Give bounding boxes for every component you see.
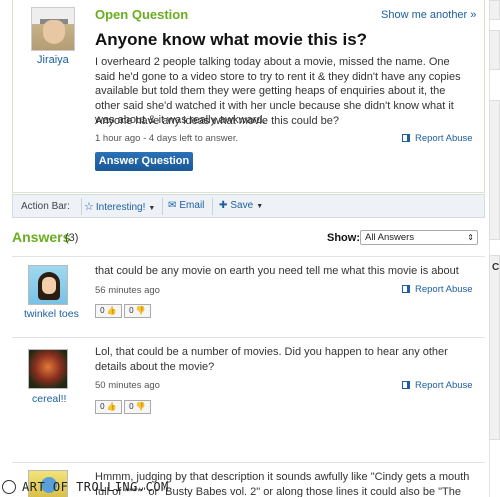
answer-meta: 50 minutes ago <box>95 380 160 391</box>
chevron-down-icon: ▼ <box>256 203 264 210</box>
report-abuse-link[interactable]: Report Abuse <box>402 133 473 144</box>
show-filter-label: Show: <box>327 232 360 244</box>
asker-name-link[interactable]: Jiraiya <box>37 54 69 66</box>
interesting-button[interactable]: ☆ Interesting! ▼ <box>84 200 155 213</box>
answerer-avatar[interactable] <box>28 349 68 389</box>
chevron-down-icon: ▼ <box>148 205 156 212</box>
divider <box>12 462 485 463</box>
action-bar: Action Bar: ☆ Interesting! ▼ ✉ Email ✚ Save ▼ <box>12 194 485 218</box>
show-another-link[interactable]: Show me another » <box>381 9 476 21</box>
thumbs-down-icon[interactable]: 0 👎 <box>124 400 151 414</box>
star-icon: ☆ <box>84 201 94 213</box>
report-abuse-link[interactable]: Report Abuse <box>402 380 473 391</box>
answers-count: (3) <box>65 232 79 244</box>
question-body-followup: Anyone have any ideas what movie this co… <box>95 115 339 127</box>
thumbs-up-icon[interactable]: 0 👍 <box>95 304 122 318</box>
sidebar-heading: C <box>492 262 500 273</box>
flag-icon <box>402 134 410 142</box>
divider <box>12 256 485 257</box>
report-abuse-link[interactable]: Report Abuse <box>402 284 473 295</box>
watermark: ART OF TROLLING.COM <box>0 477 220 497</box>
chevron-updown-icon: ⇕ <box>467 233 474 242</box>
flag-icon <box>402 285 410 293</box>
trollface-icon <box>2 480 16 494</box>
question-meta: 1 hour ago - 4 days left to answer. <box>95 133 239 144</box>
question-title: Anyone know what movie this is? <box>95 30 368 49</box>
thumbs-up-icon[interactable]: 0 👍 <box>95 400 122 414</box>
rating-buttons: 0 👍 0 👎 <box>95 400 151 414</box>
save-button[interactable]: ✚ Save ▼ <box>219 200 263 211</box>
answerer-name-link[interactable]: cereal!! <box>32 393 66 405</box>
answer-meta: 56 minutes ago <box>95 285 160 296</box>
flag-icon <box>402 381 410 389</box>
save-icon: ✚ <box>219 200 228 211</box>
answerer-name-link[interactable]: twinkel toes <box>24 308 79 320</box>
answerer-avatar[interactable] <box>28 265 68 305</box>
action-bar-label: Action Bar: <box>21 201 70 212</box>
answer-text: Lol, that could be a number of movies. D… <box>95 346 448 373</box>
email-button[interactable]: ✉ Email <box>168 200 204 211</box>
show-filter-select[interactable]: All Answers ⇕ <box>360 230 478 245</box>
answer-question-button[interactable]: Answer Question <box>95 152 193 171</box>
email-icon: ✉ <box>168 200 177 211</box>
asker-avatar[interactable] <box>31 7 75 51</box>
thumbs-down-icon[interactable]: 0 👎 <box>124 304 151 318</box>
answer-text: that could be any movie on earth you nee… <box>95 265 459 277</box>
question-status: Open Question <box>95 7 189 22</box>
answers-heading: Answers <box>12 229 71 245</box>
divider <box>12 337 485 338</box>
rating-buttons: 0 👍 0 👎 <box>95 304 151 318</box>
